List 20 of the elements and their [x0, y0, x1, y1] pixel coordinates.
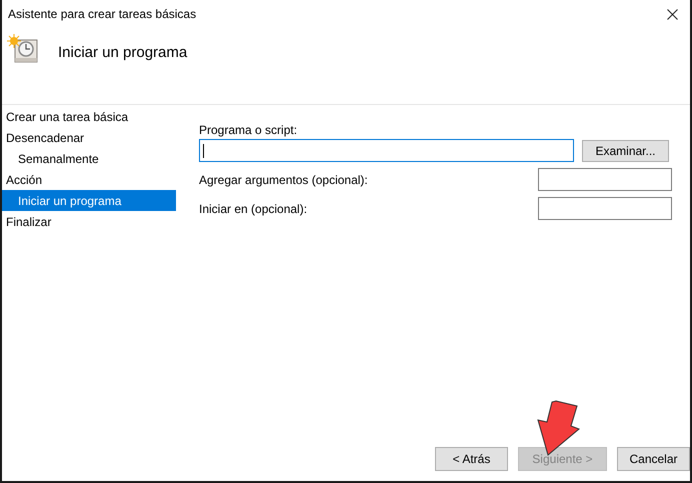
- browse-button[interactable]: Examinar...: [582, 140, 669, 162]
- sidebar-item[interactable]: Crear una tarea básica: [2, 106, 176, 127]
- text-caret: [203, 144, 204, 158]
- sidebar-item[interactable]: Desencadenar: [2, 127, 176, 148]
- close-icon: [666, 8, 678, 20]
- program-label: Programa o script:: [199, 122, 298, 138]
- sidebar-item[interactable]: Acción: [2, 169, 176, 190]
- calendar-clock-icon: [6, 34, 38, 64]
- window-title: Asistente para crear tareas básicas: [8, 6, 196, 23]
- wizard-button[interactable]: < Atrás: [435, 447, 508, 471]
- field-label: Agregar argumentos (opcional):: [199, 172, 368, 188]
- program-field[interactable]: [199, 139, 574, 162]
- page-title: Iniciar un programa: [58, 43, 188, 63]
- sidebar-item[interactable]: Finalizar: [2, 211, 176, 232]
- input-field[interactable]: [538, 197, 672, 220]
- sidebar-item[interactable]: Iniciar un programa: [2, 190, 176, 211]
- sidebar-item[interactable]: Semanalmente: [2, 148, 176, 169]
- input-field[interactable]: [538, 168, 672, 191]
- field-label: Iniciar en (opcional):: [199, 200, 308, 218]
- wizard-button[interactable]: Cancelar: [617, 447, 690, 471]
